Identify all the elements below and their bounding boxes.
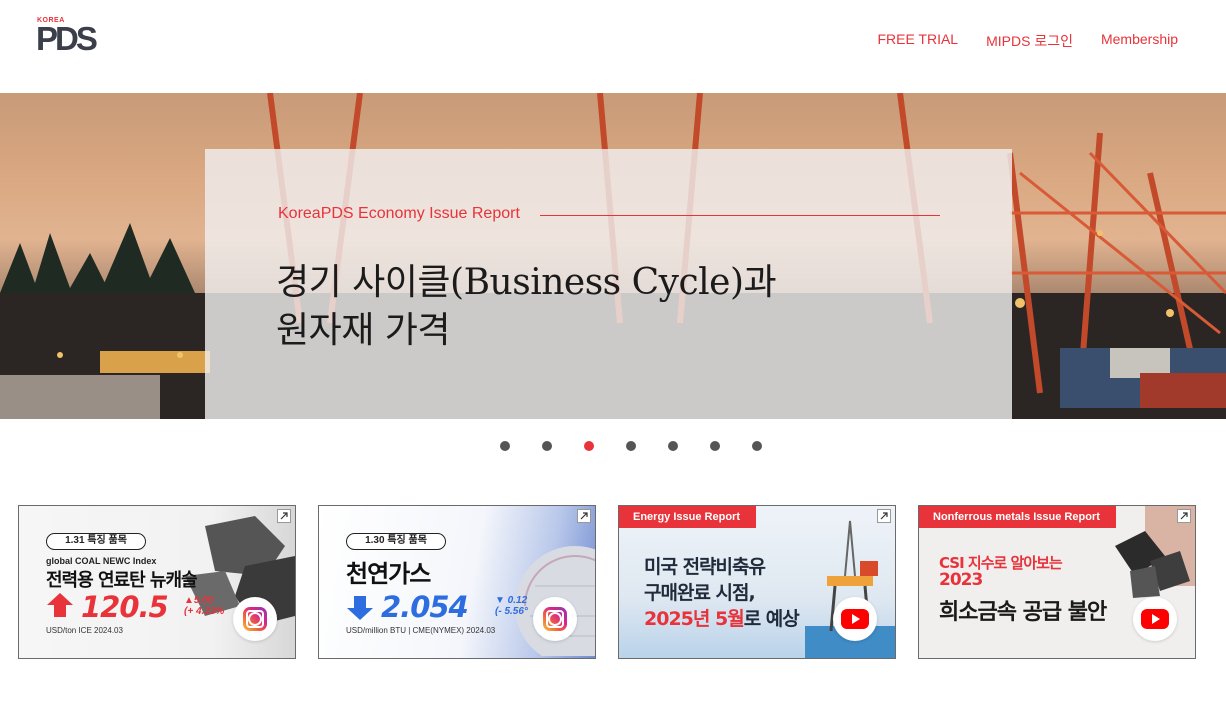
carousel-pagination <box>500 441 762 451</box>
report-category-tag: Energy Issue Report <box>619 506 756 528</box>
price-unit-source: USD/million BTU | CME(NYMEX) 2024.03 <box>346 626 496 635</box>
hero-kicker: KoreaPDS Economy Issue Report <box>278 205 520 222</box>
koreapds-logo[interactable]: KOREA PDS <box>36 17 98 57</box>
carousel-dot-4[interactable] <box>626 441 636 451</box>
commodity-name: 천연가스 <box>346 560 431 588</box>
report-title-rest: 로 예상 <box>743 608 800 630</box>
nav-membership-link[interactable]: Membership <box>1101 31 1178 51</box>
youtube-icon <box>841 609 869 629</box>
report-highlight: 2025년 5월 <box>644 608 745 630</box>
carousel-dot-3[interactable] <box>584 441 594 451</box>
logo-pds-text: PDS <box>36 20 98 57</box>
report-title-line-2: 구매완료 시점, <box>644 582 756 604</box>
price-unit-source: USD/ton ICE 2024.03 <box>46 626 123 635</box>
price-change-percent: (- 5.56° <box>495 606 528 617</box>
report-title-line-1: 미국 전략비축유 <box>644 556 766 578</box>
hero-title: 경기 사이클(Business Cycle)과 원자재 가격 <box>276 259 777 355</box>
instagram-icon <box>543 607 567 631</box>
commodity-name: 전력용 연료탄 뉴캐슬 <box>46 570 198 591</box>
external-link-icon[interactable] <box>277 509 291 523</box>
natural-gas-price-card[interactable]: 1.30 특징 품목 천연가스 2.054 ▼ 0.12 (- 5.56° US… <box>318 505 596 659</box>
arrow-down-icon <box>347 596 373 620</box>
energy-report-card[interactable]: Energy Issue Report 미국 전략비축유 구매완료 시점, 20… <box>618 505 896 659</box>
site-header: KOREA PDS FREE TRIAL MIPDS 로그인 Membershi… <box>0 0 1226 93</box>
instagram-badge[interactable] <box>233 597 277 641</box>
carousel-dot-6[interactable] <box>710 441 720 451</box>
youtube-badge[interactable] <box>1133 597 1177 641</box>
report-title-line-3: 2025년 5월로 예상 <box>644 604 800 631</box>
carousel-dot-2[interactable] <box>542 441 552 451</box>
price-change: ▲5.00 (+ 4.33% <box>184 595 224 617</box>
report-title-line-2: 2023 <box>939 570 983 590</box>
hero-text-panel: KoreaPDS Economy Issue Report 경기 사이클(Bus… <box>205 149 1012 419</box>
nav-mipds-login-link[interactable]: MIPDS 로그인 <box>986 31 1073 51</box>
price-change-amount: ▼ 0.12 <box>495 595 528 606</box>
price-change: ▼ 0.12 (- 5.56° <box>495 595 528 617</box>
youtube-icon <box>1141 609 1169 629</box>
price-change-amount: ▲5.00 <box>184 595 214 606</box>
hero-title-line-1: 경기 사이클(Business Cycle)과 <box>276 262 777 303</box>
hero-slide[interactable]: KoreaPDS Economy Issue Report 경기 사이클(Bus… <box>0 93 1226 419</box>
coal-price-card[interactable]: 1.31 특징 품목 global COAL NEWC Index 전력용 연료… <box>18 505 296 659</box>
price-value: 2.054 <box>381 590 469 624</box>
nav-free-trial-link[interactable]: FREE TRIAL <box>877 31 958 51</box>
top-nav: FREE TRIAL MIPDS 로그인 Membership <box>877 31 1178 51</box>
hero-title-line-2: 원자재 가격 <box>276 310 451 351</box>
carousel-dot-5[interactable] <box>668 441 678 451</box>
feature-cards: 1.31 특징 품목 global COAL NEWC Index 전력용 연료… <box>18 505 1196 659</box>
report-title-line-3: 희소금속 공급 불안 <box>939 600 1107 625</box>
arrow-up-icon <box>47 593 73 617</box>
instagram-badge[interactable] <box>533 597 577 641</box>
price-value: 120.5 <box>81 590 169 624</box>
carousel-dot-7[interactable] <box>752 441 762 451</box>
external-link-icon[interactable] <box>577 509 591 523</box>
external-link-icon[interactable] <box>1177 509 1191 523</box>
index-name: global COAL NEWC Index <box>46 556 157 566</box>
external-link-icon[interactable] <box>877 509 891 523</box>
report-category-tag: Nonferrous metals Issue Report <box>919 506 1116 528</box>
instagram-icon <box>243 607 267 631</box>
feature-date-pill: 1.31 특징 품목 <box>46 533 146 550</box>
nonferrous-report-card[interactable]: Nonferrous metals Issue Report CSI 지수로 알… <box>918 505 1196 659</box>
youtube-badge[interactable] <box>833 597 877 641</box>
carousel-dot-1[interactable] <box>500 441 510 451</box>
price-change-percent: (+ 4.33% <box>184 606 225 617</box>
feature-date-pill: 1.30 특징 품목 <box>346 533 446 550</box>
hero-divider <box>540 215 940 216</box>
